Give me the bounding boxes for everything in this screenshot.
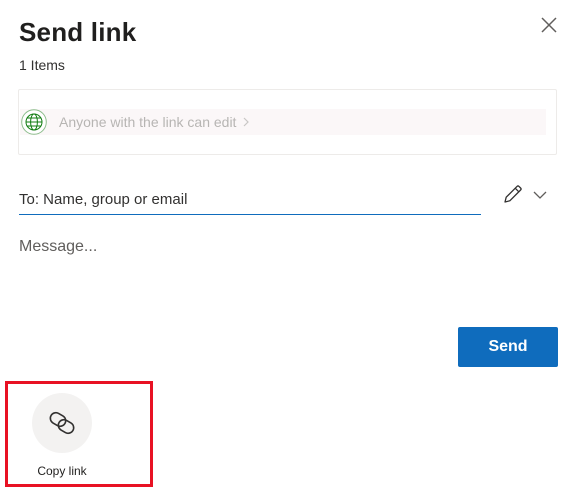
link-settings-button[interactable]: Anyone with the link can edit	[20, 109, 546, 135]
item-count: 1 Items	[19, 57, 65, 73]
pencil-icon	[504, 185, 522, 203]
link-settings-box: Anyone with the link can edit	[18, 89, 557, 155]
edit-permissions-button[interactable]	[502, 183, 524, 205]
globe-icon	[21, 109, 47, 135]
dialog-title: Send link	[19, 17, 137, 47]
copy-link-label: Copy link	[37, 464, 87, 478]
link-icon	[49, 411, 75, 435]
message-input[interactable]	[19, 238, 549, 308]
send-button[interactable]: Send	[458, 327, 558, 367]
close-button[interactable]	[537, 14, 561, 38]
close-icon	[541, 17, 557, 33]
chevron-right-icon	[244, 117, 250, 127]
copy-link-button[interactable]: Copy link	[30, 393, 94, 479]
recipients-input[interactable]	[19, 184, 481, 215]
link-permission-label: Anyone with the link can edit	[59, 114, 237, 130]
copy-link-circle	[32, 393, 92, 453]
permissions-dropdown[interactable]	[532, 188, 548, 200]
chevron-down-icon	[533, 191, 547, 199]
